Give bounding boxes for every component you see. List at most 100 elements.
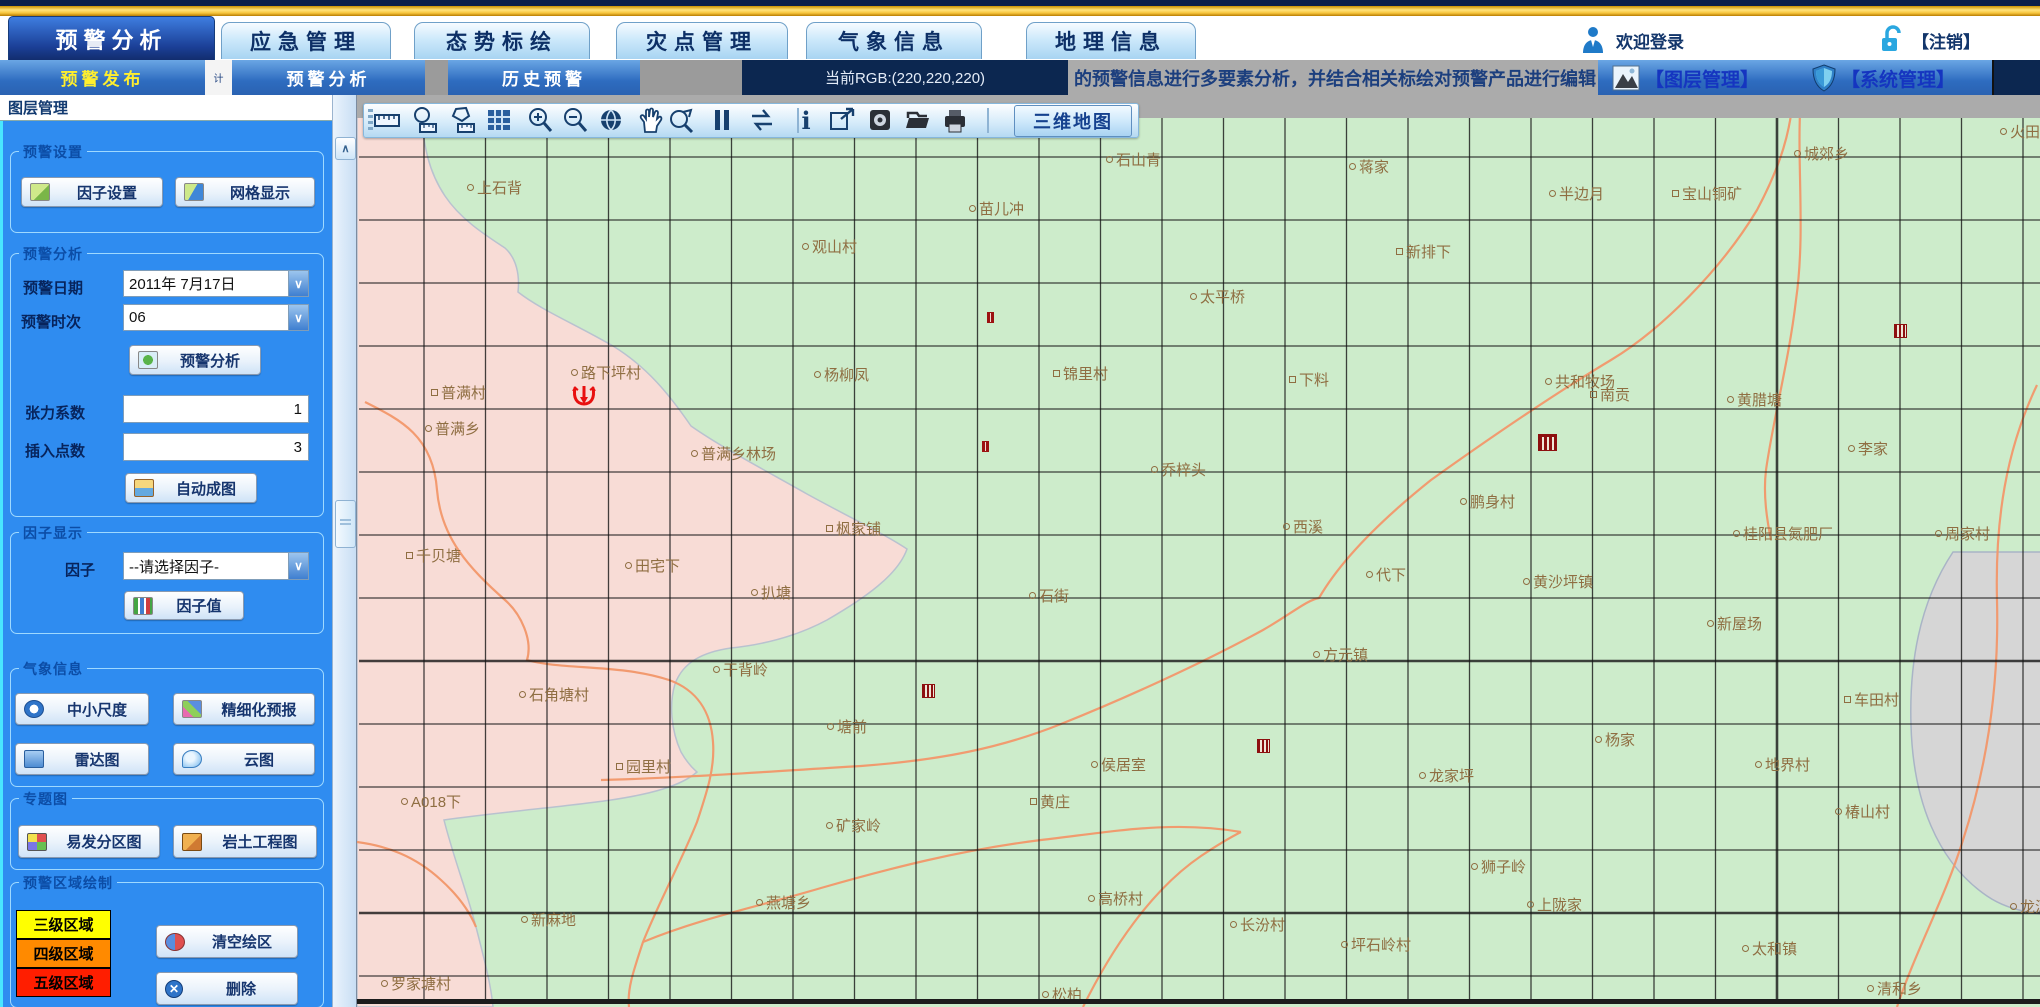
sidebar-title: 图层管理: [0, 95, 332, 121]
circle-marker-icon: [713, 666, 720, 673]
tension-coefficient-input[interactable]: [123, 395, 309, 423]
circle-marker-icon: [1091, 761, 1098, 768]
circle-marker-icon: [802, 243, 809, 250]
zoom-previous-icon[interactable]: [667, 106, 695, 134]
zone-level-3-swatch[interactable]: 三级区域: [16, 910, 111, 939]
globe-icon[interactable]: [597, 106, 625, 134]
tab-2[interactable]: 应急管理: [221, 22, 391, 59]
swap-arrows-icon[interactable]: [748, 106, 776, 134]
grid-display-button[interactable]: 网格显示: [175, 177, 315, 207]
group-title: 因子显示: [19, 523, 87, 543]
zoom-in-icon[interactable]: [526, 106, 554, 134]
welcome-login[interactable]: 欢迎登录: [1580, 22, 1684, 58]
pan-hand-icon[interactable]: [636, 106, 664, 134]
info-icon[interactable]: i: [792, 106, 820, 134]
thematic-button-1[interactable]: 易发分区图: [18, 825, 160, 858]
warning-time-dropdown[interactable]: 06 ∨: [123, 304, 309, 331]
export-icon[interactable]: [828, 106, 856, 134]
insert-points-label: 插入点数: [25, 440, 85, 461]
delete-button[interactable]: ✕ 删除: [156, 972, 298, 1005]
circle-marker-icon: [1366, 571, 1373, 578]
weather-button-4[interactable]: 云图: [173, 743, 315, 775]
map-place-label: 新排下: [1396, 241, 1451, 262]
subtab-3[interactable]: 历史预警: [448, 60, 640, 95]
scrollbar-handle[interactable]: [335, 500, 356, 548]
tab-1[interactable]: 预警分析: [8, 16, 215, 60]
scroll-up-button[interactable]: ∧: [335, 137, 356, 160]
map-place-label: 扒塘: [751, 582, 791, 603]
measure-circle-icon[interactable]: [410, 106, 438, 134]
map-place-label: 塘前: [827, 716, 867, 737]
factor-select-dropdown[interactable]: --请选择因子- ∨: [123, 552, 309, 580]
clear-region-button[interactable]: 清空绘区: [156, 925, 298, 958]
weather-button-3[interactable]: 雷达图: [15, 743, 149, 775]
circle-marker-icon: [1151, 466, 1158, 473]
map-3d-button[interactable]: 三维地图: [1014, 105, 1132, 137]
map-place-label: 黄腊塘: [1727, 389, 1782, 410]
open-icon[interactable]: [903, 106, 931, 134]
square-marker-icon: [1590, 391, 1597, 398]
description-text: 的预警信息进行多要素分析，并结合相关标绘对预警产品进行编辑: [1074, 65, 1596, 91]
circle-marker-icon: [969, 205, 976, 212]
subtab-1[interactable]: 预警发布: [0, 60, 205, 95]
zoom-out-icon[interactable]: [561, 106, 589, 134]
tab-4[interactable]: 灾点管理: [616, 22, 788, 59]
print-icon[interactable]: [941, 106, 969, 134]
layer-manage-button[interactable]: 【图层管理】: [1612, 63, 1759, 93]
circle-marker-icon: [826, 822, 833, 829]
grid-icon[interactable]: [485, 106, 513, 134]
factor-settings-icon: [30, 183, 50, 201]
circle-marker-icon: [1283, 523, 1290, 530]
map-bottom-edge: [357, 999, 2040, 1004]
factor-label: 因子: [65, 559, 95, 580]
tab-6[interactable]: 地理信息: [1026, 22, 1196, 59]
tab-3[interactable]: 态势标绘: [414, 22, 590, 59]
sidebar-scrollbar[interactable]: ∧: [332, 95, 356, 1007]
circle-marker-icon: [2000, 128, 2007, 135]
separator: [640, 60, 742, 95]
circle-marker-icon: [1029, 592, 1036, 599]
circle-marker-icon: [751, 589, 758, 596]
weather-button-2[interactable]: 精细化预报: [173, 693, 315, 725]
circle-marker-icon: [1230, 921, 1237, 928]
save-icon[interactable]: [866, 106, 894, 134]
zone-level-5-swatch[interactable]: 五级区域: [16, 968, 111, 997]
warning-analyze-button[interactable]: 预警分析: [129, 345, 261, 375]
group-title: 专题图: [19, 789, 72, 809]
auto-plot-button[interactable]: 自动成图: [125, 473, 257, 503]
chevron-down-icon[interactable]: ∨: [288, 305, 308, 330]
disaster-point-marker: [982, 441, 989, 452]
layer-manage-label: 【图层管理】: [1645, 65, 1759, 92]
square-marker-icon: [1289, 376, 1296, 383]
group-title: 气象信息: [19, 659, 87, 679]
system-manage-button[interactable]: 【系统管理】: [1812, 63, 1955, 93]
warning-date-dropdown[interactable]: 2011年 7月17日 ∨: [123, 270, 309, 297]
weather-button-1[interactable]: 中小尺度: [15, 693, 149, 725]
factor-settings-button[interactable]: 因子设置: [21, 177, 163, 207]
measure-polygon-icon[interactable]: [448, 106, 476, 134]
disaster-point-marker: [1894, 324, 1907, 338]
tab-5[interactable]: 气象信息: [806, 22, 982, 59]
thematic-button-2[interactable]: 岩土工程图: [173, 825, 317, 858]
logout[interactable]: 【注销】: [1880, 22, 1980, 58]
circle-marker-icon: [1042, 991, 1049, 998]
svg-text:i: i: [801, 106, 810, 134]
map-place-label: 新屋场: [1707, 613, 1762, 634]
subtab-2[interactable]: 预警分析: [232, 60, 425, 95]
chevron-down-icon[interactable]: ∨: [288, 553, 308, 579]
map-canvas[interactable]: 上石背苗儿冲石山青蒋家城郊乡火田半边月宝山铜矿观山村新排下太平桥共和牧场黄腊塘南…: [356, 95, 2040, 1007]
rgb-label: 当前RGB:(220,220,220): [825, 67, 985, 88]
zone-level-4-swatch[interactable]: 四级区域: [16, 939, 111, 968]
circle-marker-icon: [1545, 378, 1552, 385]
map-place-label: 罗家塘村: [381, 973, 451, 994]
chevron-down-icon[interactable]: ∨: [288, 271, 308, 296]
square-marker-icon: [1053, 370, 1060, 377]
circle-marker-icon: [1523, 578, 1530, 585]
partial-text: 计: [214, 70, 224, 85]
circle-marker-icon: [1190, 293, 1197, 300]
measure-distance-icon[interactable]: [373, 106, 401, 134]
pause-icon[interactable]: [708, 106, 736, 134]
factor-value-button[interactable]: 因子值: [124, 591, 244, 620]
toolbar-separator: [987, 108, 989, 133]
insert-points-input[interactable]: [123, 433, 309, 461]
